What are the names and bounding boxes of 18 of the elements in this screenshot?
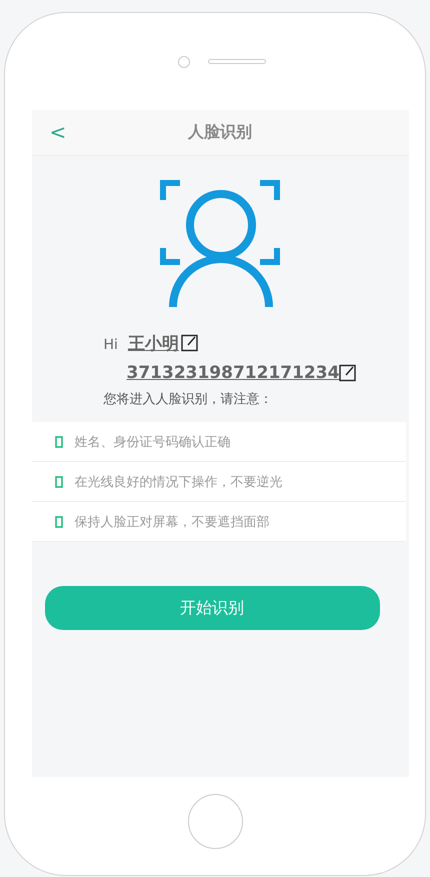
notice-text: 您将进入人脸识别，请注意：: [104, 391, 274, 408]
tip-text: 保持人脸正对屏幕，不要遮挡面部: [74, 514, 270, 530]
back-button[interactable]: <: [50, 120, 66, 144]
square-icon: [54, 476, 62, 488]
page-title: 人脸识别: [188, 122, 252, 143]
start-button[interactable]: 开始识别: [44, 586, 380, 630]
face-scan-icon: [160, 180, 280, 308]
tip-text: 姓名、身份证号码确认正确: [74, 434, 230, 450]
edit-icon[interactable]: [180, 334, 198, 352]
speaker-icon: [208, 59, 266, 64]
id-number: 371323198712171234: [126, 363, 340, 383]
square-icon: [54, 436, 62, 448]
tip-text: 在光线良好的情况下操作，不要逆光: [74, 474, 282, 490]
edit-icon[interactable]: [339, 364, 356, 382]
user-name: 王小明: [128, 332, 179, 354]
square-icon: [54, 516, 62, 528]
camera-icon: [178, 56, 190, 68]
greeting-label: Hi: [104, 337, 118, 353]
